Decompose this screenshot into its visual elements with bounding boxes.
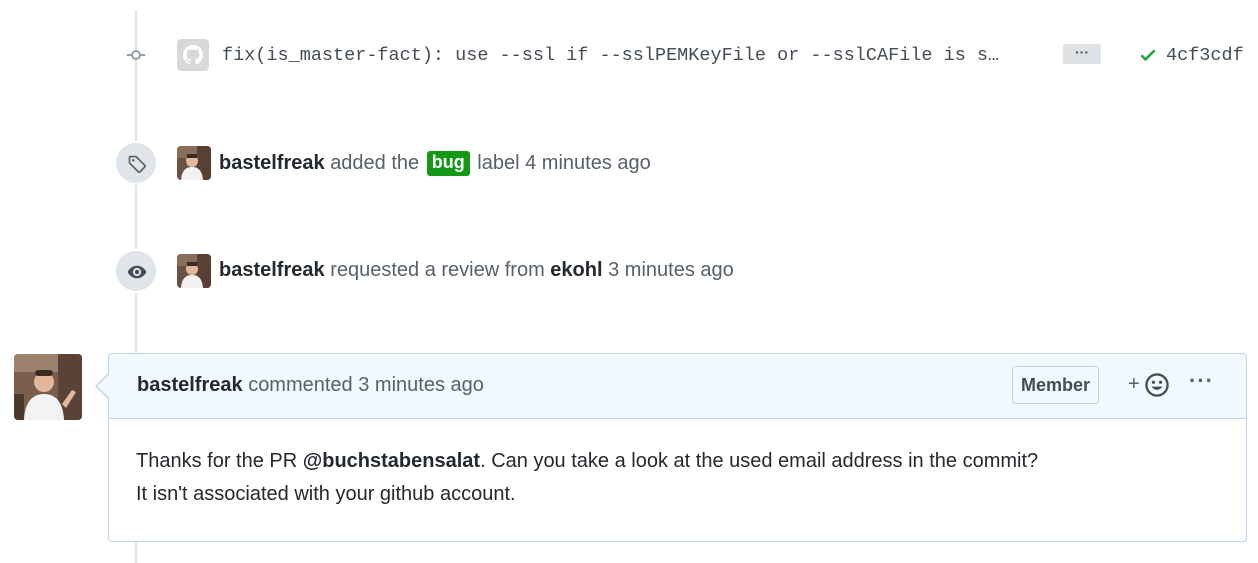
event-timestamp[interactable]: 3 minutes ago [608,259,734,281]
comment-header: bastelfreak commented 3 minutes ago Memb… [109,354,1246,419]
comment-text: . Can you take a look at the used email … [480,450,1039,472]
comment-box: bastelfreak commented 3 minutes ago Memb… [108,353,1247,542]
github-mark-icon [183,45,203,65]
more-options-button[interactable]: ··· [1189,368,1214,394]
event-action-text: requested a review from [330,259,545,281]
event-action-text: added the [330,152,420,174]
comment-text: It isn't associated with your github acc… [136,483,516,505]
label-event-text: bastelfreak added the bug label 4 minute… [219,151,651,176]
reviewer-link[interactable]: ekohl [550,259,602,281]
avatar[interactable] [177,146,211,180]
plus-icon: + [1128,373,1140,395]
event-label-suffix: label [477,152,520,174]
tag-badge [114,141,158,185]
event-author-link[interactable]: bastelfreak [219,259,325,281]
review-event-text: bastelfreak requested a review from ekoh… [219,259,734,282]
git-commit-icon [127,49,145,61]
event-author-link[interactable]: bastelfreak [219,152,325,174]
comment-action-text: commented [248,374,353,396]
review-request-event: bastelfreak requested a review from ekoh… [0,249,1258,293]
comment-meta: bastelfreak commented 3 minutes ago [137,374,484,397]
label-event: bastelfreak added the bug label 4 minute… [0,141,1258,185]
commit-sha-link[interactable]: 4cf3cdf [1166,45,1244,66]
comment-author-avatar[interactable] [14,354,82,420]
member-badge: Member [1012,366,1100,404]
commit-author-avatar[interactable] [177,39,209,71]
eye-icon [127,265,147,279]
comment-body: Thanks for the PR @buchstabensalat. Can … [109,419,1246,511]
comment-text: Thanks for the PR [136,450,303,472]
commit-row: fix(is_master-fact): use --ssl if --sslP… [0,38,1258,72]
comment-author-link[interactable]: bastelfreak [137,374,243,396]
expand-commit-button[interactable]: ··· [1063,44,1101,64]
comment-timestamp[interactable]: 3 minutes ago [358,374,484,396]
smiley-icon [1145,373,1169,397]
avatar[interactable] [177,254,211,288]
eye-badge [114,249,158,293]
bug-label[interactable]: bug [426,151,470,176]
tag-icon [128,155,146,173]
comment-arrow-fill [97,373,110,399]
check-icon[interactable] [1138,45,1158,65]
commit-message-link[interactable]: fix(is_master-fact): use --ssl if --sslP… [222,45,999,66]
add-reaction-button[interactable]: + [1126,372,1176,398]
user-mention-link[interactable]: @buchstabensalat [303,450,480,472]
event-timestamp[interactable]: 4 minutes ago [525,152,651,174]
